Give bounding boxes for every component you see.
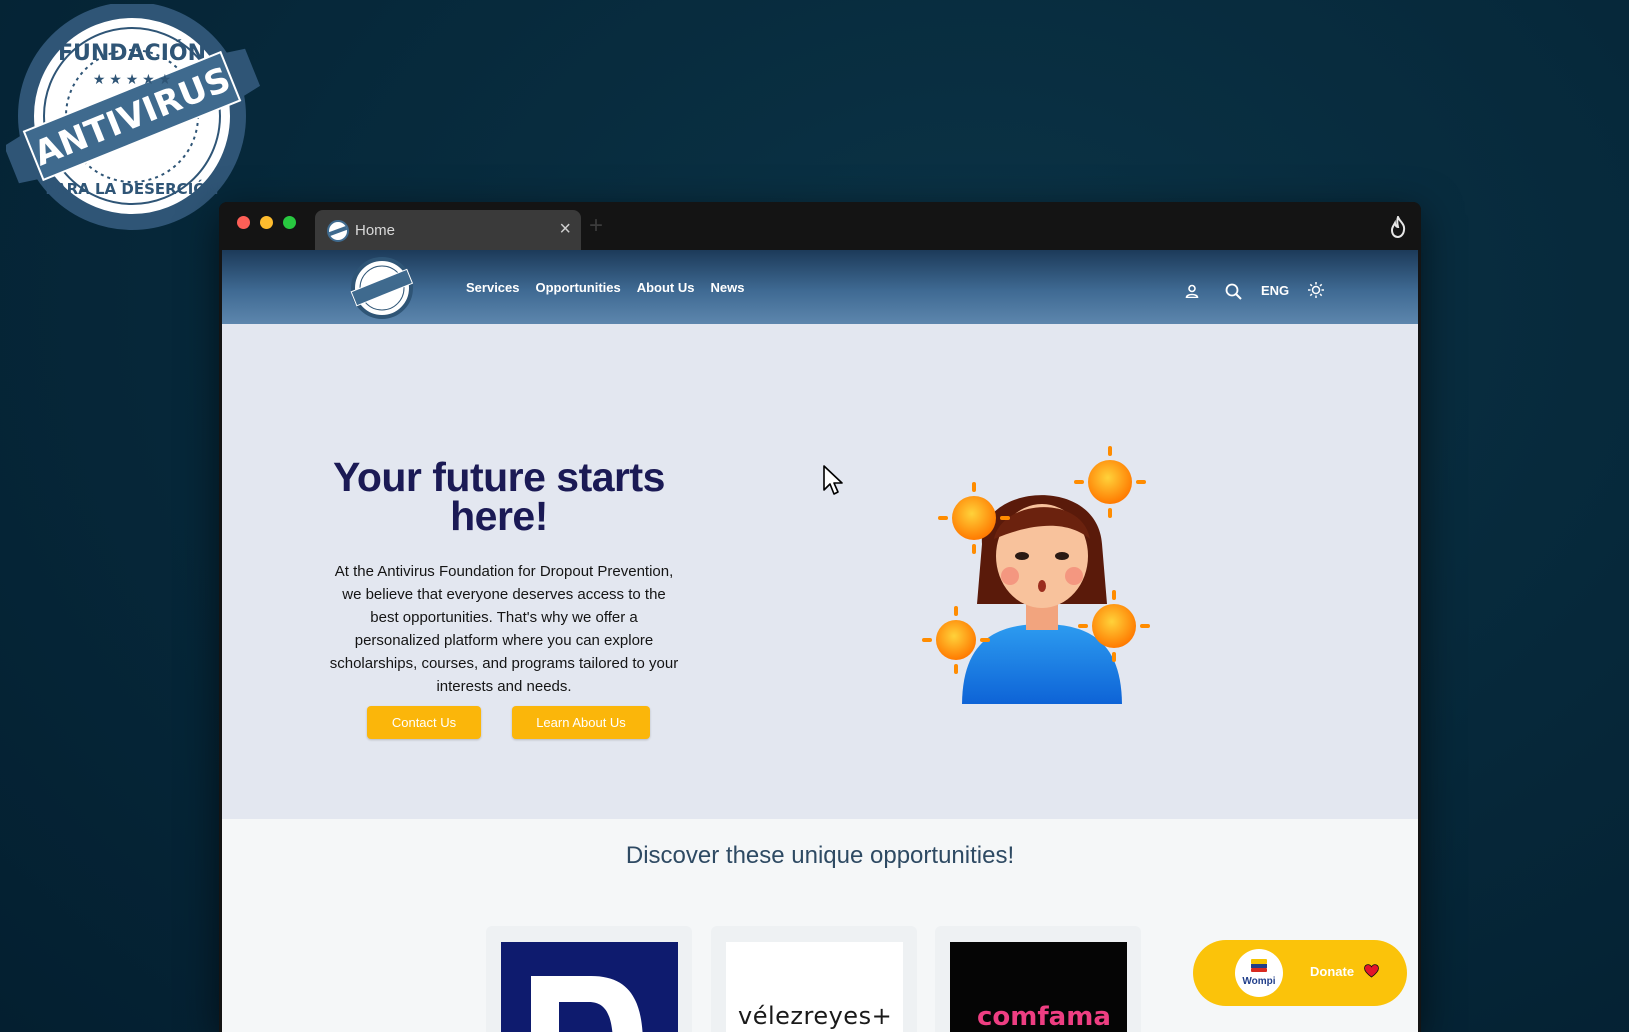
- window-minimize-button[interactable]: [260, 216, 273, 229]
- window-close-button[interactable]: [237, 216, 250, 229]
- partner-logo-d: [501, 942, 678, 1032]
- nav-links: Services Opportunities About Us News: [466, 280, 760, 295]
- svg-text:PARA LA DESERCIÓN: PARA LA DESERCIÓN: [45, 179, 218, 198]
- svg-text:★ ★ ★ ★ ★: ★ ★ ★ ★ ★: [93, 71, 171, 87]
- opportunity-card[interactable]: comfama: [935, 926, 1141, 1032]
- contact-us-button[interactable]: Contact Us: [367, 706, 481, 739]
- opportunity-card[interactable]: vélezreyes+: [711, 926, 917, 1032]
- partner-logo-text: comfama: [977, 1002, 1111, 1032]
- favicon-icon: [327, 220, 349, 242]
- wompi-flag-icon: [1251, 959, 1267, 972]
- opportunities-title: Discover these unique opportunities!: [625, 842, 1015, 869]
- nav-link-about-us[interactable]: About Us: [637, 280, 695, 295]
- flame-icon[interactable]: [1389, 216, 1407, 238]
- site-logo[interactable]: [350, 256, 414, 320]
- learn-about-us-button[interactable]: Learn About Us: [512, 706, 650, 739]
- language-selector[interactable]: ENG: [1261, 283, 1289, 298]
- web-page: Services Opportunities About Us News ENG: [222, 250, 1418, 1032]
- hero-description: At the Antivirus Foundation for Dropout …: [329, 563, 679, 695]
- donate-button[interactable]: Wompi Donate: [1193, 940, 1407, 1006]
- wompi-badge: Wompi: [1235, 949, 1283, 997]
- browser-tab-home[interactable]: Home ×: [315, 210, 581, 250]
- cursor-icon: [823, 465, 843, 495]
- site-navbar: Services Opportunities About Us News ENG: [222, 250, 1418, 324]
- letter-d-logo: [531, 976, 643, 1032]
- opportunity-card[interactable]: [486, 926, 692, 1032]
- sun-icon[interactable]: [1307, 281, 1325, 299]
- nav-link-opportunities[interactable]: Opportunities: [536, 280, 621, 295]
- user-icon[interactable]: [1185, 284, 1199, 298]
- svg-text:FUNDACIÓN: FUNDACIÓN: [58, 40, 206, 66]
- browser-window: Home × + Services Opportunities About Us…: [219, 202, 1421, 1032]
- search-icon[interactable]: [1225, 283, 1242, 300]
- donate-label: Donate: [1310, 964, 1355, 979]
- wompi-label: Wompi: [1242, 976, 1276, 987]
- window-maximize-button[interactable]: [283, 216, 296, 229]
- worried-student-illustration: [922, 446, 1150, 704]
- new-tab-button[interactable]: +: [589, 212, 603, 240]
- heart-icon: [1364, 964, 1379, 978]
- hero-section: Your future starts here! At the Antiviru…: [222, 324, 1418, 819]
- hero-title: Your future starts here!: [333, 454, 665, 539]
- partner-logo-comfama: comfama: [950, 942, 1127, 1032]
- partner-logo-text: vélezreyes+: [738, 1002, 893, 1030]
- nav-link-news[interactable]: News: [711, 280, 745, 295]
- foundation-stamp-logo: FUNDACIÓN PARA LA DESERCIÓN ANTIVIRUS ★ …: [6, 4, 260, 230]
- browser-titlebar: Home × +: [219, 202, 1421, 250]
- nav-link-services[interactable]: Services: [466, 280, 520, 295]
- partner-logo-velezreyes: vélezreyes+: [726, 942, 903, 1032]
- tab-close-icon[interactable]: ×: [559, 218, 571, 240]
- tab-title: Home: [355, 222, 396, 239]
